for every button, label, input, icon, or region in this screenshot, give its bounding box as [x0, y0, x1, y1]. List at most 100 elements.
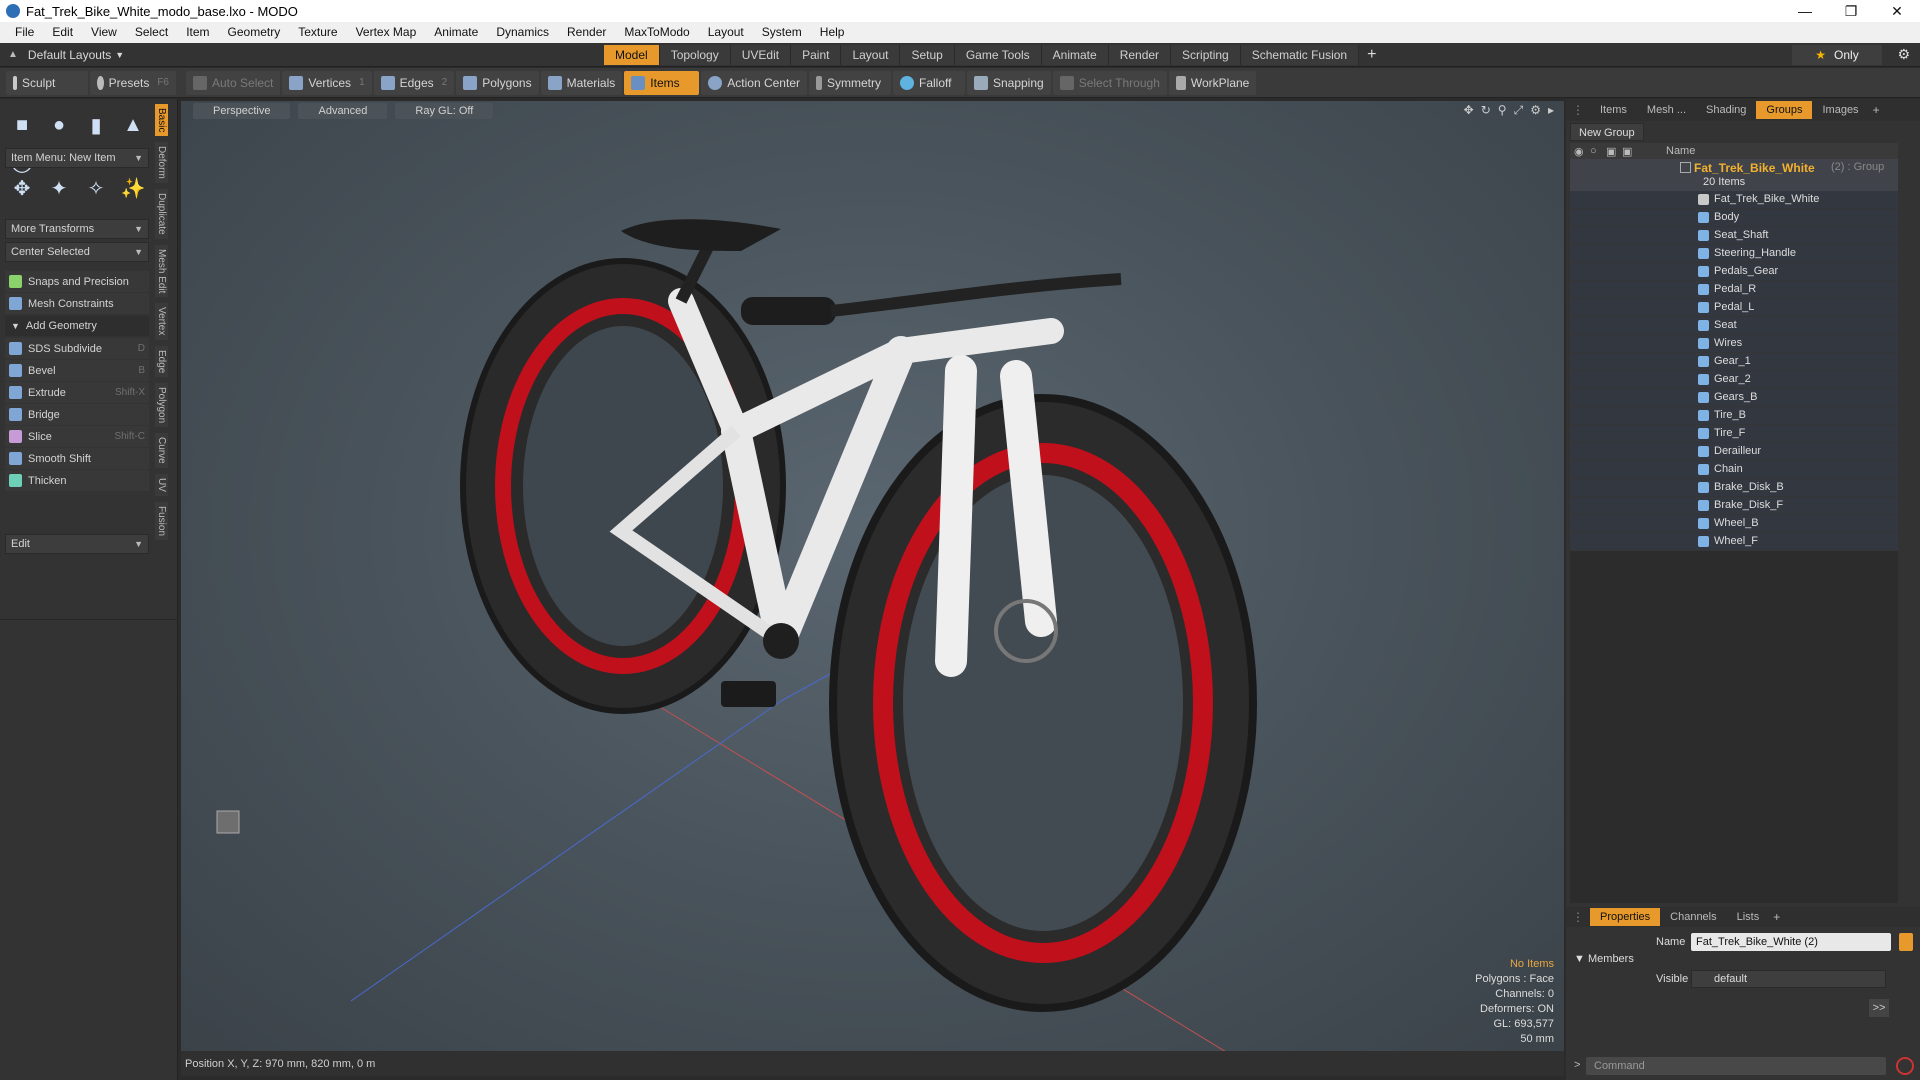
auto-select-button[interactable]: Auto Select — [186, 70, 281, 95]
move-icon[interactable]: ✥ — [6, 172, 38, 204]
tab-game-tools[interactable]: Game Tools — [954, 45, 1042, 65]
vtab-uv[interactable]: UV — [155, 473, 168, 496]
tab-uvedit[interactable]: UVEdit — [730, 45, 792, 65]
list-item[interactable]: Tire_F — [1570, 425, 1898, 443]
list-item[interactable]: Pedal_L — [1570, 299, 1898, 317]
close-icon[interactable]: ✕ — [1874, 0, 1920, 22]
symmetry-button[interactable]: Symmetry — [808, 70, 891, 95]
vtab-vertex[interactable]: Vertex — [155, 303, 168, 340]
menu-render[interactable]: Render — [558, 22, 615, 43]
list-item[interactable]: Gear_2 — [1570, 371, 1898, 389]
menu-view[interactable]: View — [82, 22, 126, 43]
list-item[interactable]: Wheel_B — [1570, 515, 1898, 533]
menu-animate[interactable]: Animate — [425, 22, 487, 43]
menu-layout[interactable]: Layout — [699, 22, 753, 43]
slice-button[interactable]: Slice Shift-C — [5, 426, 149, 447]
only-toggle[interactable]: ★ Only — [1792, 45, 1882, 65]
advanced-menu[interactable]: Advanced — [298, 103, 388, 119]
list-item[interactable]: Pedal_R — [1570, 281, 1898, 299]
zoom-icon[interactable]: ⚲ — [1498, 103, 1507, 118]
render-icon[interactable]: ○ — [1590, 145, 1606, 157]
list-item[interactable]: Chain — [1570, 461, 1898, 479]
tab-render[interactable]: Render — [1108, 45, 1172, 65]
command-input[interactable]: Command — [1586, 1057, 1886, 1075]
mesh-constraints-button[interactable]: Mesh Constraints — [5, 293, 149, 314]
cube-icon[interactable]: ■ — [6, 109, 38, 141]
group-row[interactable]: Fat_Trek_Bike_White (2) : Group 20 Items — [1570, 159, 1898, 191]
scale-icon[interactable]: ✧ — [80, 172, 112, 204]
perspective-menu[interactable]: Perspective — [193, 103, 291, 119]
list-item[interactable]: Gears_B — [1570, 389, 1898, 407]
items-button[interactable]: Items — [624, 70, 700, 95]
tab-scripting[interactable]: Scripting — [1171, 45, 1241, 65]
edges-button[interactable]: Edges 2 — [373, 70, 455, 95]
thicken-button[interactable]: Thicken — [5, 470, 149, 491]
snapping-button[interactable]: Snapping — [966, 70, 1051, 95]
add-tab-icon[interactable]: + — [1873, 103, 1880, 117]
cone-icon[interactable]: ▲ — [117, 109, 149, 141]
vertices-button[interactable]: Vertices 1 — [282, 70, 372, 95]
materials-button[interactable]: Materials — [540, 70, 623, 95]
selectable-icon[interactable]: ▣ — [1622, 145, 1638, 158]
collapse-icon[interactable]: ▼ — [1574, 953, 1585, 965]
tab-animate[interactable]: Animate — [1041, 45, 1109, 65]
transform-icon[interactable]: ✨ — [117, 172, 149, 204]
menu-system[interactable]: System — [753, 22, 811, 43]
sculpt-button[interactable]: Sculpt — [6, 70, 88, 95]
falloff-button[interactable]: Falloff — [892, 70, 965, 95]
bevel-button[interactable]: Bevel B — [5, 360, 149, 381]
smooth-shift-button[interactable]: Smooth Shift — [5, 448, 149, 469]
tab-properties[interactable]: Properties — [1590, 908, 1661, 926]
add-tab-icon[interactable]: + — [1367, 45, 1376, 65]
select-through-button[interactable]: Select Through — [1052, 70, 1167, 95]
add-tab-icon[interactable]: + — [1773, 910, 1780, 924]
default-layouts-dropdown[interactable]: ▲ Default Layouts ▼ — [0, 48, 600, 62]
tab-shading[interactable]: Shading — [1696, 101, 1756, 119]
sds-subdivide-button[interactable]: SDS Subdivide D — [5, 338, 149, 359]
ray-gl-toggle[interactable]: Ray GL: Off — [395, 103, 494, 119]
list-item[interactable]: Brake_Disk_B — [1570, 479, 1898, 497]
list-item[interactable]: Pedals_Gear — [1570, 263, 1898, 281]
rotate-icon[interactable]: ✦ — [43, 172, 75, 204]
center-selected-dropdown[interactable]: Center Selected ▼ — [5, 242, 149, 262]
add-geometry-header[interactable]: ▼ Add Geometry — [5, 316, 149, 336]
list-item[interactable]: Body — [1570, 209, 1898, 227]
lock-icon[interactable]: ▣ — [1606, 145, 1622, 158]
group-name-field[interactable]: Fat_Trek_Bike_White (2) — [1691, 933, 1891, 951]
action-center-button[interactable]: Action Center — [701, 70, 807, 95]
orbit-icon[interactable]: ↻ — [1481, 103, 1491, 118]
vtab-curve[interactable]: Curve — [155, 433, 168, 468]
menu-file[interactable]: File — [6, 22, 43, 43]
tab-schematic-fusion[interactable]: Schematic Fusion — [1240, 45, 1360, 65]
item-menu-dropdown[interactable]: Item Menu: New Item ▼ — [5, 148, 149, 168]
list-item[interactable]: Tire_B — [1570, 407, 1898, 425]
minimize-icon[interactable]: — — [1782, 0, 1828, 22]
sphere-icon[interactable]: ● — [43, 109, 75, 141]
menu-dynamics[interactable]: Dynamics — [487, 22, 558, 43]
list-item[interactable]: Gear_1 — [1570, 353, 1898, 371]
list-item[interactable]: Derailleur — [1570, 443, 1898, 461]
polygons-button[interactable]: Polygons — [456, 70, 539, 95]
list-item[interactable]: Wires — [1570, 335, 1898, 353]
tab-items[interactable]: Items — [1590, 101, 1637, 119]
tab-images[interactable]: Images — [1812, 101, 1868, 119]
vtab-duplicate[interactable]: Duplicate — [155, 189, 168, 239]
settings-icon[interactable]: ⚙ — [1530, 103, 1541, 118]
list-item[interactable]: Wheel_F — [1570, 533, 1898, 551]
tab-layout[interactable]: Layout — [841, 45, 901, 65]
3d-viewport[interactable]: Perspective Advanced Ray GL: Off ✥ ↻ ⚲ ⤢… — [181, 101, 1564, 1051]
list-item[interactable]: Seat_Shaft — [1570, 227, 1898, 245]
stop-icon[interactable] — [1896, 1057, 1914, 1075]
bridge-button[interactable]: Bridge — [5, 404, 149, 425]
gear-icon[interactable]: ⚙ — [1897, 46, 1910, 63]
vtab-deform[interactable]: Deform — [155, 142, 168, 184]
visibility-eye-icon[interactable]: ◉ — [1574, 145, 1590, 158]
name-options-button[interactable] — [1899, 933, 1913, 951]
tab-topology[interactable]: Topology — [659, 45, 731, 65]
presets-button[interactable]: Presets F6 — [90, 70, 176, 95]
cylinder-icon[interactable]: ▮ — [80, 109, 112, 141]
menu-help[interactable]: Help — [811, 22, 854, 43]
list-item[interactable]: Seat — [1570, 317, 1898, 335]
menu-edit[interactable]: Edit — [43, 22, 82, 43]
menu-select[interactable]: Select — [126, 22, 177, 43]
